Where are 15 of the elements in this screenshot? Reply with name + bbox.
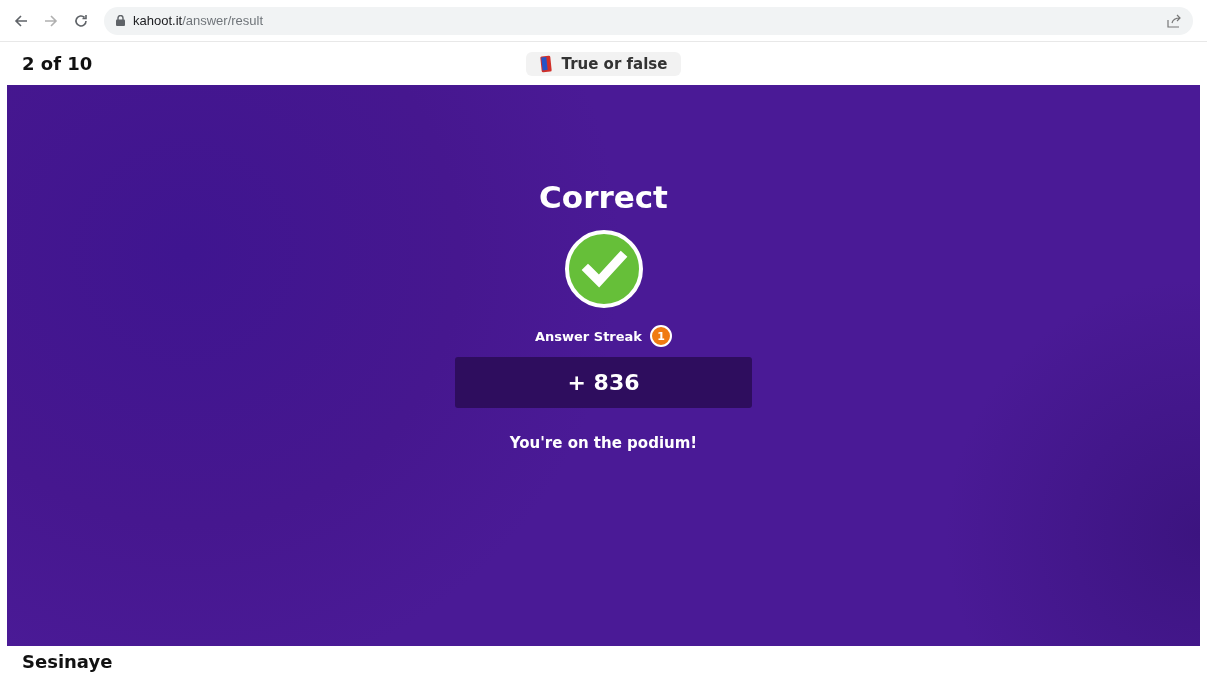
player-name: Sesinaye [22, 651, 113, 672]
back-icon[interactable] [14, 13, 28, 28]
question-type-text: True or false [561, 54, 668, 73]
address-bar[interactable]: kahoot.it/answer/result [104, 6, 1193, 35]
cards-icon [539, 54, 552, 73]
lock-icon [116, 15, 125, 26]
url-host: kahoot.it [133, 13, 183, 28]
reload-icon[interactable] [74, 13, 88, 28]
podium-message: You're on the podium! [509, 434, 698, 452]
result-title: Correct [539, 179, 668, 215]
share-icon[interactable] [1167, 13, 1181, 28]
points-earned: + 836 [455, 357, 752, 408]
streak-label: Answer Streak [534, 328, 642, 344]
streak-badge: 1 [650, 325, 672, 347]
url-path: /answer/result [182, 13, 264, 28]
